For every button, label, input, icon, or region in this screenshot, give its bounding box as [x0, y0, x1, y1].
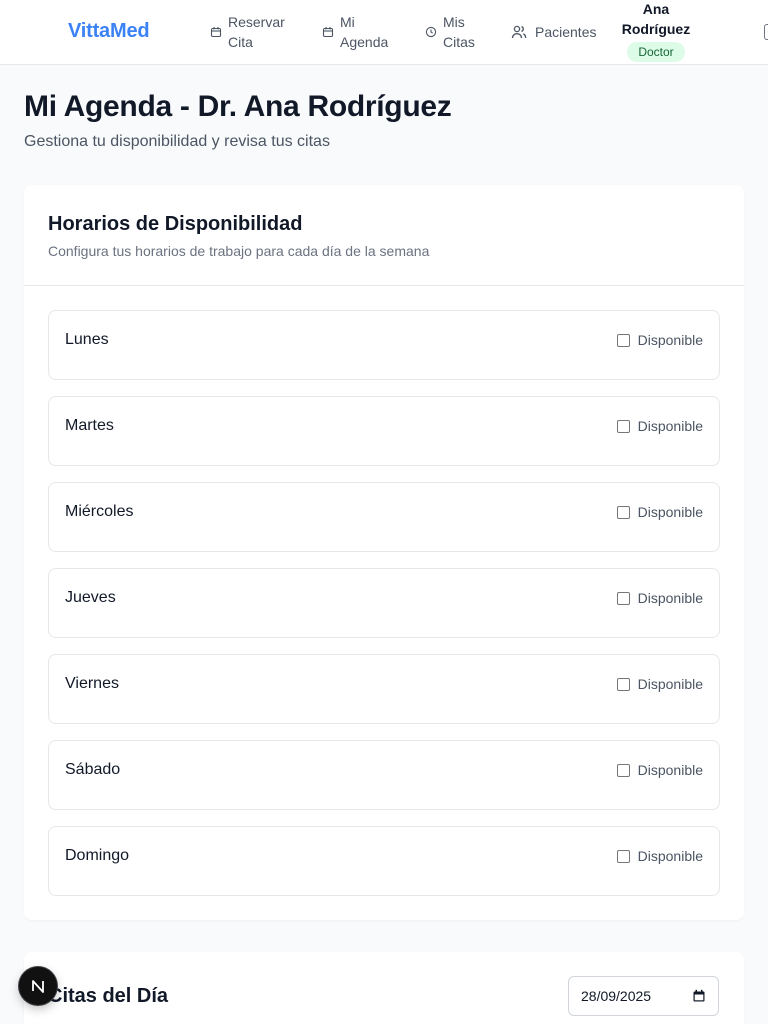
appointments-title: Citas del Día	[48, 985, 169, 1007]
day-name: Domingo	[65, 847, 130, 864]
available-toggle-lunes[interactable]: Disponible	[616, 330, 703, 350]
available-label: Disponible	[637, 590, 703, 606]
clock-icon	[425, 26, 437, 38]
date-input[interactable]: 28/09/2025	[568, 976, 719, 1016]
role-badge: Doctor	[627, 42, 685, 62]
user-profile[interactable]: Ana Rodríguez Doctor	[612, 0, 700, 62]
day-name: Martes	[65, 417, 114, 434]
day-name: Lunes	[65, 331, 109, 348]
day-row-miercoles: Miércoles Disponible	[48, 482, 720, 552]
day-row-domingo: Domingo Disponible	[48, 826, 720, 896]
appointments-card: Citas del Día 28/09/2025	[24, 952, 744, 1024]
nav-pacientes-label: Pacientes	[535, 24, 597, 40]
nav-mi-agenda-label: Mi Agenda	[340, 14, 389, 50]
day-row-viernes: Viernes Disponible	[48, 654, 720, 724]
available-checkbox[interactable]	[616, 849, 630, 863]
available-label: Disponible	[637, 504, 703, 520]
available-checkbox[interactable]	[616, 763, 630, 777]
top-navbar: VittaMed Reservar Cita Mi Agenda Mis Cit…	[0, 0, 768, 65]
brand-logo[interactable]: VittaMed	[68, 20, 150, 43]
day-name: Sábado	[65, 761, 121, 778]
day-row-martes: Martes Disponible	[48, 396, 720, 466]
available-checkbox[interactable]	[616, 591, 630, 605]
available-toggle-miercoles[interactable]: Disponible	[616, 502, 703, 522]
available-label: Disponible	[637, 676, 703, 692]
calendar-picker-icon[interactable]	[692, 989, 706, 1003]
users-icon	[511, 24, 527, 40]
user-name: Ana Rodríguez	[621, 1, 691, 37]
day-name: Jueves	[65, 589, 116, 606]
card-divider	[24, 285, 744, 286]
available-label: Disponible	[637, 762, 703, 778]
day-name: Miércoles	[65, 503, 134, 520]
calendar-icon	[210, 26, 222, 38]
n-logo-icon	[32, 980, 44, 993]
available-label: Disponible	[637, 332, 703, 348]
availability-title: Horarios de Disponibilidad	[48, 213, 303, 235]
nav-mis-citas[interactable]: Mis Citas	[425, 12, 479, 52]
nav-reservar-cita[interactable]: Reservar Cita	[210, 12, 292, 52]
page-title: Mi Agenda - Dr. Ana Rodríguez	[24, 90, 452, 123]
available-checkbox[interactable]	[616, 419, 630, 433]
available-checkbox[interactable]	[616, 505, 630, 519]
available-toggle-jueves[interactable]: Disponible	[616, 588, 703, 608]
available-toggle-martes[interactable]: Disponible	[616, 416, 703, 436]
day-list: Lunes Disponible Martes Disponible Miérc…	[48, 310, 720, 912]
day-row-lunes: Lunes Disponible	[48, 310, 720, 380]
available-label: Disponible	[637, 418, 703, 434]
next-dev-indicator[interactable]	[19, 967, 57, 1005]
available-toggle-domingo[interactable]: Disponible	[616, 846, 703, 866]
nav-mi-agenda[interactable]: Mi Agenda	[322, 12, 394, 52]
nav-pacientes[interactable]: Pacientes	[511, 22, 596, 42]
page-subtitle: Gestiona tu disponibilidad y revisa tus …	[24, 133, 330, 150]
available-toggle-viernes[interactable]: Disponible	[616, 674, 703, 694]
availability-description: Configura tus horarios de trabajo para c…	[48, 243, 430, 259]
calendar-icon	[322, 26, 334, 38]
available-checkbox[interactable]	[616, 333, 630, 347]
availability-card: Horarios de Disponibilidad Configura tus…	[24, 185, 744, 920]
day-name: Viernes	[65, 675, 119, 692]
nav-reservar-cita-label: Reservar Cita	[228, 14, 285, 50]
nav-mis-citas-label: Mis Citas	[443, 14, 475, 50]
logout-icon[interactable]	[764, 24, 768, 40]
day-row-jueves: Jueves Disponible	[48, 568, 720, 638]
date-value: 28/09/2025	[581, 988, 652, 1004]
available-toggle-sabado[interactable]: Disponible	[616, 760, 703, 780]
available-label: Disponible	[637, 848, 703, 864]
day-row-sabado: Sábado Disponible	[48, 740, 720, 810]
available-checkbox[interactable]	[616, 677, 630, 691]
